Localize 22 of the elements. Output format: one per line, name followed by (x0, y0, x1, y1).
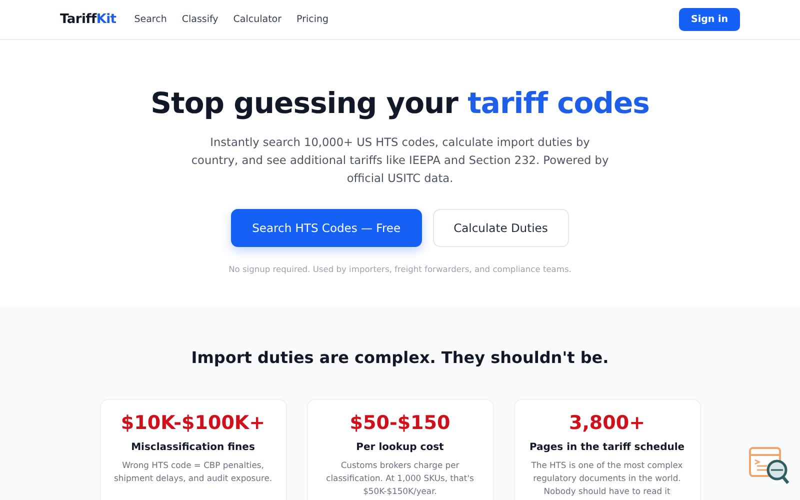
card-title: Pages in the tariff schedule (529, 442, 685, 453)
hero-subtitle: Instantly search 10,000+ US HTS codes, calculate import duties by country, and see additional tariffs like IEEPA and Section 232. Powered by official USITC data. (190, 135, 610, 187)
card-text: Wrong HTS code = CBP penalties, shipment delays, and audit exposure. (112, 459, 274, 485)
calculate-button[interactable]: Calculate Duties (432, 209, 569, 247)
sign-in-button[interactable]: Sign in (679, 8, 740, 31)
search-button[interactable]: Search HTS Codes — Free (231, 209, 422, 247)
section-heading: Import duties are complex. They shouldn't be. (191, 348, 609, 367)
logo[interactable]: TariffKit (60, 12, 116, 27)
document-search-icon[interactable] (748, 446, 792, 486)
nav-link[interactable]: Search (134, 14, 167, 25)
card-title: Misclassification fines (131, 442, 255, 453)
card-text: The HTS is one of the most complex regulatory documents in the world. Nobody should have to read it (530, 459, 684, 498)
card-title: Per lookup cost (356, 442, 444, 453)
hero-note: No signup required. Used by importers, freight forwarders, and compliance teams. (228, 264, 572, 274)
card-text: Customs brokers charge per classification. At 1,000 SKUs, that's $50K-$150K/year. (325, 459, 475, 498)
nav-link[interactable]: Calculator (233, 14, 282, 25)
stat-value: 3,800+ (568, 412, 646, 434)
hero-title: Stop guessing your tariff codes (150, 86, 650, 120)
nav-link[interactable]: Classify (182, 14, 218, 25)
nav-link[interactable]: Pricing (296, 14, 329, 25)
stat-value: $50-$150 (350, 412, 450, 434)
stat-value: $10K-$100K+ (120, 412, 266, 434)
